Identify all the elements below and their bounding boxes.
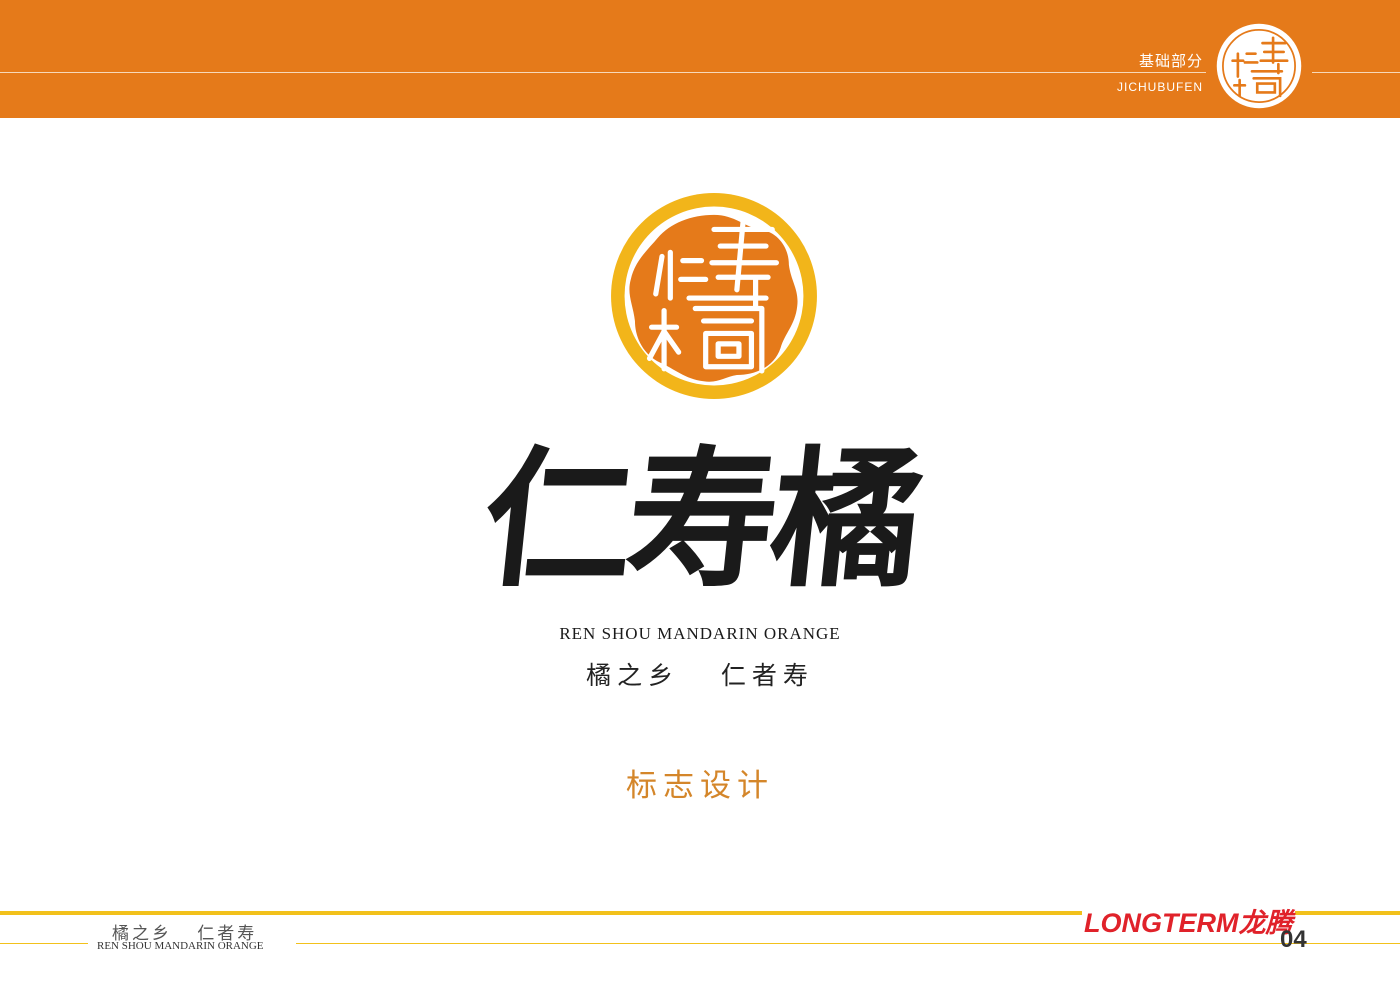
header-emblem-icon (1216, 23, 1302, 109)
header-section-pinyin: JICHUBUFEN (1116, 80, 1203, 94)
brand-name: 仁寿橘 (474, 432, 926, 608)
page-number: 04 (1280, 926, 1307, 953)
footer-brand-english: REN SHOU MANDARIN ORANGE (97, 940, 264, 952)
company-logo: LONGTERM龙腾 (1082, 906, 1295, 940)
header-divider-right (1312, 72, 1400, 73)
brand-name-english: REN SHOU MANDARIN ORANGE (559, 624, 841, 643)
brand-slogan: 橘之乡 仁者寿 (586, 661, 814, 690)
header-section-title: 基础部分 (1138, 52, 1203, 70)
footer-divider-thin-right (296, 943, 1400, 944)
company-wordmark: LONGTERM龙腾 (1084, 908, 1293, 938)
page-title: 标志设计 (626, 768, 774, 804)
header-divider (0, 72, 1206, 73)
footer-divider-thin-left (0, 943, 88, 944)
brand-emblem-icon (611, 193, 817, 399)
